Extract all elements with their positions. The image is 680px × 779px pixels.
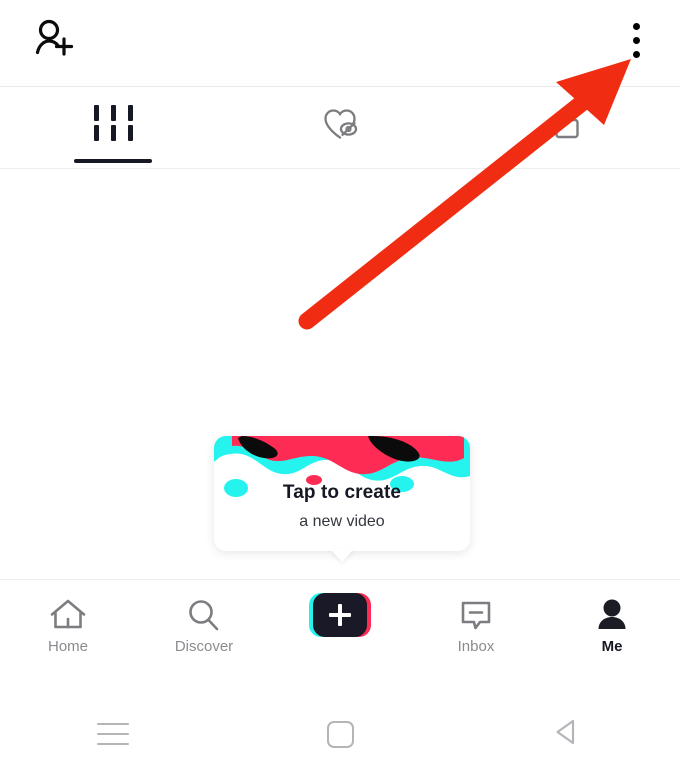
create-video-tooltip[interactable]: Tap to create a new video bbox=[214, 436, 470, 551]
tab-private[interactable] bbox=[453, 87, 680, 168]
heart-hidden-icon bbox=[318, 103, 362, 143]
lock-icon bbox=[547, 102, 587, 144]
person-icon bbox=[591, 594, 633, 636]
nav-label-inbox: Inbox bbox=[457, 638, 495, 655]
create-button-wrap bbox=[309, 593, 371, 637]
nav-item-home[interactable]: Home bbox=[0, 594, 136, 655]
phone-screen: Tap to create a new video Home Discover … bbox=[0, 0, 680, 779]
nav-item-discover[interactable]: Discover bbox=[136, 594, 272, 655]
grid-icon bbox=[93, 104, 133, 141]
android-system-nav bbox=[0, 689, 680, 779]
nav-item-me[interactable]: Me bbox=[544, 594, 680, 655]
tooltip-subtitle: a new video bbox=[299, 513, 385, 530]
tab-videos[interactable] bbox=[0, 87, 227, 168]
search-icon bbox=[183, 594, 225, 636]
inbox-icon bbox=[455, 594, 497, 636]
profile-tab-strip bbox=[0, 87, 680, 169]
add-person-icon bbox=[32, 17, 78, 66]
nav-label-discover: Discover bbox=[174, 638, 234, 655]
triangle-back-icon bbox=[552, 717, 582, 752]
nav-item-inbox[interactable]: Inbox bbox=[408, 594, 544, 655]
tab-liked[interactable] bbox=[227, 87, 454, 168]
kebab-menu-icon bbox=[632, 22, 640, 58]
sysnav-recents-button[interactable] bbox=[0, 723, 227, 745]
bottom-navigation-bar: Home Discover Inbox Me bbox=[0, 579, 680, 689]
add-person-button[interactable] bbox=[24, 12, 86, 70]
kebab-menu-button[interactable] bbox=[614, 10, 658, 70]
nav-item-create[interactable] bbox=[272, 593, 408, 638]
kebab-dot bbox=[632, 50, 640, 58]
square-icon bbox=[326, 720, 354, 748]
plus-icon bbox=[313, 593, 367, 637]
hamburger-icon bbox=[97, 723, 130, 745]
home-icon bbox=[46, 594, 90, 636]
tooltip-title: Tap to create bbox=[282, 482, 402, 503]
tooltip-pointer-icon bbox=[330, 549, 354, 562]
sysnav-home-button[interactable] bbox=[227, 720, 454, 748]
nav-label-home: Home bbox=[47, 638, 88, 655]
tab-active-indicator bbox=[74, 159, 153, 163]
tooltip-text-block: Tap to create a new video bbox=[214, 480, 470, 534]
create-video-button[interactable] bbox=[309, 593, 371, 637]
kebab-dot bbox=[632, 22, 640, 30]
nav-label-me: Me bbox=[601, 638, 623, 655]
sysnav-back-button[interactable] bbox=[453, 717, 680, 752]
kebab-dot bbox=[632, 36, 640, 44]
top-app-bar bbox=[0, 0, 680, 87]
